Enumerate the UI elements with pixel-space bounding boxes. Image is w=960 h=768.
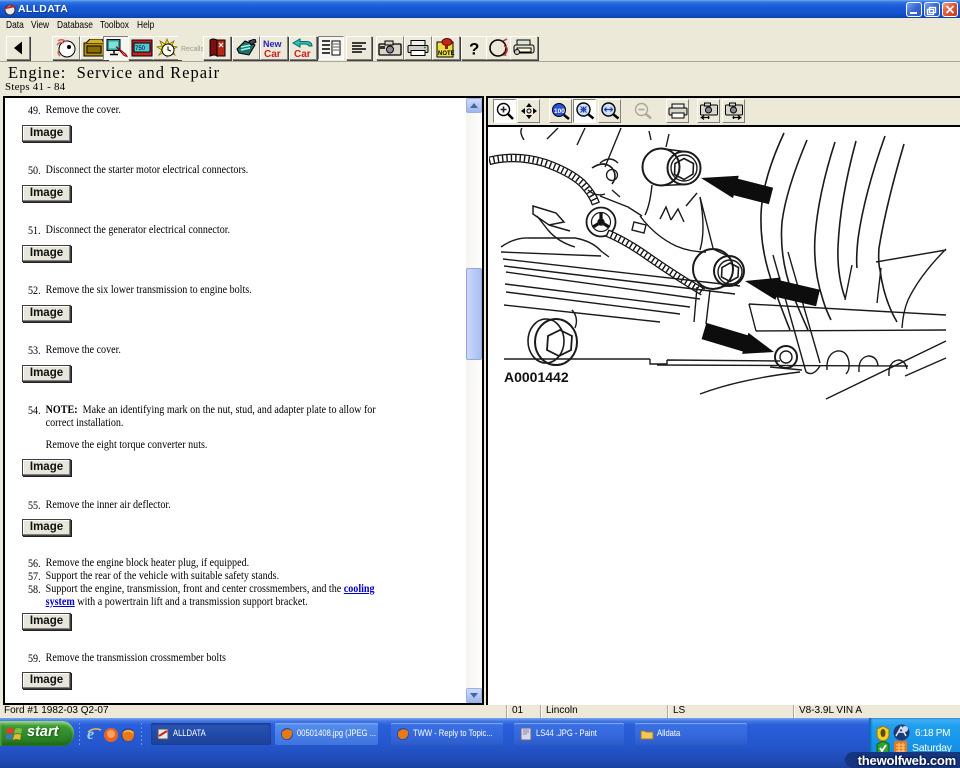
- svg-text:New: New: [263, 39, 283, 49]
- svg-text:z: z: [503, 49, 507, 58]
- svg-text:Car: Car: [264, 49, 281, 58]
- svg-text:100: 100: [554, 108, 565, 115]
- svg-text:750: 750: [135, 46, 146, 52]
- svg-text:?: ?: [469, 40, 479, 58]
- svg-text:Car: Car: [294, 49, 311, 58]
- svg-text:A0001442: A0001442: [504, 369, 569, 385]
- svg-text:Recalls: Recalls: [181, 46, 204, 53]
- svg-text:NOTE: NOTE: [438, 51, 455, 57]
